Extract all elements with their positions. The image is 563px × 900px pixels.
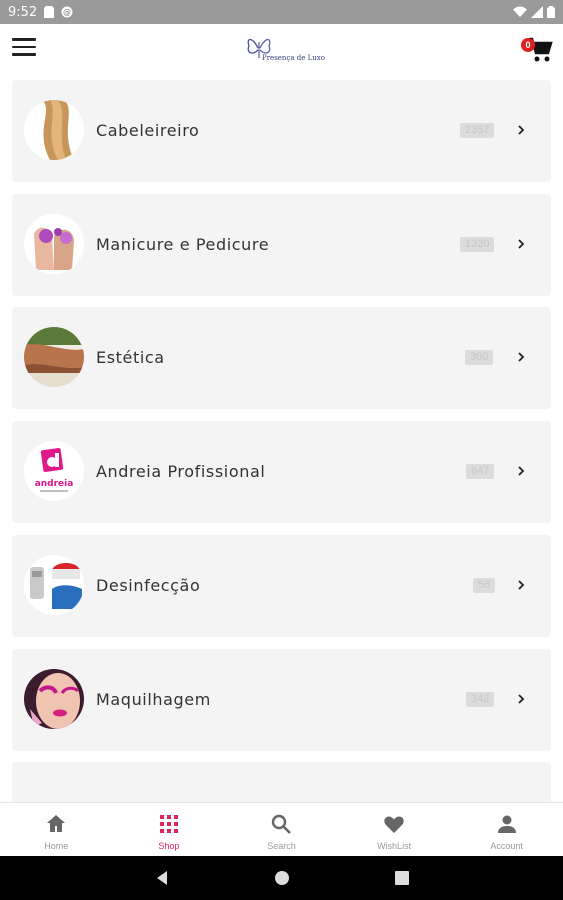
chevron-right-icon bbox=[518, 239, 525, 249]
menu-line-icon bbox=[12, 38, 36, 41]
back-icon[interactable] bbox=[154, 870, 170, 886]
category-count: 2357 bbox=[460, 123, 495, 138]
category-count: 647 bbox=[466, 464, 495, 479]
nav-search-label: Search bbox=[267, 841, 296, 851]
category-card-partial[interactable] bbox=[12, 762, 551, 802]
sd-card-icon bbox=[44, 6, 55, 18]
chevron-right-icon bbox=[518, 466, 525, 476]
system-nav-bar bbox=[0, 856, 563, 900]
nav-wishlist-label: WishList bbox=[377, 841, 412, 851]
category-card-desinfeccao[interactable]: Desinfecção 56 bbox=[12, 535, 551, 637]
status-bar: 9:52 @ bbox=[0, 0, 563, 24]
nav-home[interactable]: Home bbox=[0, 803, 113, 856]
menu-line-icon bbox=[12, 53, 36, 56]
nav-shop-label: Shop bbox=[158, 841, 180, 851]
category-card-andreia-profissional[interactable]: andreia Andreia Profissional 647 bbox=[12, 421, 551, 523]
category-name: Maquilhagem bbox=[96, 690, 211, 709]
nav-search[interactable]: Search bbox=[225, 803, 338, 856]
nav-account-label: Account bbox=[490, 841, 523, 851]
hair-thumbnail bbox=[24, 100, 84, 160]
home-icon bbox=[47, 815, 66, 832]
category-count: 1320 bbox=[460, 237, 495, 252]
bottom-nav: Home Shop Search WishList Account bbox=[0, 802, 563, 856]
category-count: 300 bbox=[465, 350, 494, 365]
category-name: Andreia Profissional bbox=[96, 462, 266, 481]
aesthetics-thumbnail bbox=[24, 327, 84, 387]
andreia-logo-thumbnail: andreia bbox=[24, 441, 84, 501]
chevron-right-icon bbox=[518, 125, 525, 135]
heart-icon bbox=[384, 816, 404, 833]
category-count: 56 bbox=[473, 578, 496, 593]
category-list: Cabeleireiro 2357 Manicure e Pedicure 13… bbox=[0, 74, 563, 802]
home-circle-icon[interactable] bbox=[274, 870, 290, 886]
cart-button[interactable]: 0 bbox=[519, 34, 553, 64]
nav-shop[interactable]: Shop bbox=[113, 803, 226, 856]
search-icon bbox=[272, 814, 292, 834]
status-time: 9:52 bbox=[8, 4, 38, 20]
nav-home-label: Home bbox=[44, 841, 69, 851]
sync-icon: @ bbox=[61, 6, 73, 18]
chevron-right-icon bbox=[518, 352, 525, 362]
category-name: Estética bbox=[96, 348, 165, 367]
recents-icon[interactable] bbox=[394, 870, 410, 886]
category-card-maquilhagem[interactable]: Maquilhagem 342 bbox=[12, 649, 551, 751]
category-name: Desinfecção bbox=[96, 576, 201, 595]
app-bar: Presença de Luxo 0 bbox=[0, 24, 563, 74]
battery-icon bbox=[547, 6, 555, 18]
chevron-right-icon bbox=[518, 580, 525, 590]
category-card-manicure-pedicure[interactable]: Manicure e Pedicure 1320 bbox=[12, 194, 551, 296]
category-name: Manicure e Pedicure bbox=[96, 235, 270, 254]
grid-icon bbox=[159, 815, 178, 833]
category-card-estetica[interactable]: Estética 300 bbox=[12, 307, 551, 409]
category-count: 342 bbox=[466, 692, 495, 707]
svg-text:andreia: andreia bbox=[35, 479, 74, 489]
brand-logo-text: Presença de Luxo bbox=[262, 54, 325, 62]
nav-account[interactable]: Account bbox=[450, 803, 563, 856]
category-name: Cabeleireiro bbox=[96, 121, 200, 140]
category-card-cabeleireiro[interactable]: Cabeleireiro 2357 bbox=[12, 80, 551, 182]
chevron-right-icon bbox=[518, 694, 525, 704]
menu-button[interactable] bbox=[12, 38, 36, 58]
manicure-thumbnail bbox=[24, 214, 84, 274]
menu-line-icon bbox=[12, 45, 36, 48]
disinfection-thumbnail bbox=[24, 555, 84, 615]
makeup-thumbnail bbox=[24, 669, 84, 729]
person-icon bbox=[497, 815, 516, 833]
brand-logo: Presença de Luxo bbox=[244, 34, 325, 66]
wifi-icon bbox=[513, 6, 527, 17]
svg-text:@: @ bbox=[63, 8, 71, 17]
signal-icon bbox=[531, 6, 543, 18]
nav-wishlist[interactable]: WishList bbox=[338, 803, 451, 856]
cart-count-badge: 0 bbox=[521, 38, 535, 52]
